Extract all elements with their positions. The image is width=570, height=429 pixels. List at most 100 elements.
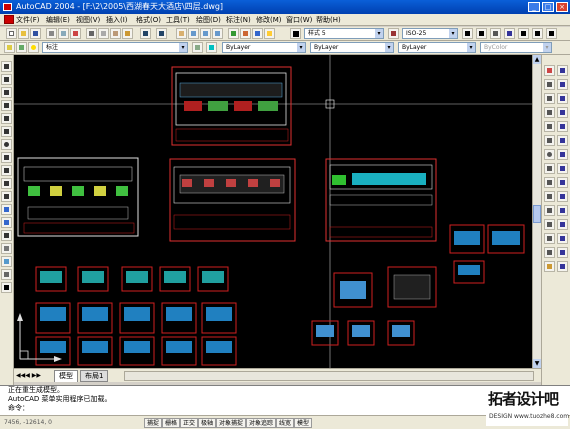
tolerance-icon[interactable] (557, 205, 568, 216)
spline-icon[interactable] (1, 165, 12, 176)
close-button[interactable]: × (556, 2, 568, 12)
table-icon[interactable] (1, 269, 12, 280)
properties-icon[interactable] (228, 28, 239, 39)
match-properties-icon[interactable] (122, 28, 133, 39)
ordinate-dim-icon[interactable] (557, 93, 568, 104)
coordinate-readout[interactable]: 7456, -12614, 0 (4, 419, 52, 426)
menu-window[interactable]: 窗口(W) (286, 15, 312, 25)
layer-previous-icon[interactable] (192, 42, 203, 53)
make-block-icon[interactable] (1, 217, 12, 228)
drawing-canvas[interactable] (14, 55, 532, 368)
preview-icon[interactable] (58, 28, 69, 39)
rotate-icon[interactable] (544, 149, 555, 160)
erase-icon[interactable] (544, 65, 555, 76)
polyline-icon[interactable] (1, 87, 12, 98)
dim-style-select[interactable]: ISO-25 (402, 28, 458, 39)
move-icon[interactable] (544, 135, 555, 146)
dim-edit-icon[interactable] (557, 233, 568, 244)
snap-toggle[interactable]: 捕捉 (144, 418, 163, 428)
revision-cloud-icon[interactable] (1, 152, 12, 163)
layer-select[interactable]: 标注 (42, 42, 188, 53)
menu-dimension[interactable]: 标注(N) (226, 15, 251, 25)
undo-icon[interactable] (140, 28, 151, 39)
help-icon[interactable] (264, 28, 275, 39)
tab-layout1[interactable]: 布局1 (80, 370, 109, 382)
chamfer-icon[interactable] (544, 233, 555, 244)
tab-nav-arrows[interactable]: ◀◀◀ ▶▶ (16, 372, 41, 379)
text-convert-icon[interactable] (546, 28, 557, 39)
layer-manager-icon[interactable] (4, 42, 15, 53)
leader-icon[interactable] (557, 191, 568, 202)
menu-tools[interactable]: 工具(T) (166, 15, 190, 25)
horizontal-scrollbar[interactable] (124, 371, 534, 381)
trim-icon[interactable] (544, 191, 555, 202)
continue-dim-icon[interactable] (557, 177, 568, 188)
make-current-icon[interactable] (16, 42, 27, 53)
menu-view[interactable]: 视图(V) (76, 15, 100, 25)
find-text-icon[interactable] (490, 28, 501, 39)
minimize-button[interactable]: _ (528, 2, 540, 12)
offset-icon[interactable] (544, 107, 555, 118)
save-icon[interactable] (30, 28, 41, 39)
spell-check-icon[interactable] (504, 28, 515, 39)
arc-icon[interactable] (1, 126, 12, 137)
color-select[interactable]: ByLayer (222, 42, 306, 53)
insert-block-icon[interactable] (1, 204, 12, 215)
scale-text-icon[interactable] (518, 28, 529, 39)
menu-format[interactable]: 格式(O) (136, 15, 161, 25)
text-a-icon[interactable] (462, 28, 473, 39)
menu-edit[interactable]: 编辑(E) (46, 15, 70, 25)
multiline-text-icon[interactable] (1, 282, 12, 293)
open-file-icon[interactable] (18, 28, 29, 39)
break-icon[interactable] (544, 219, 555, 230)
ortho-toggle[interactable]: 正交 (180, 418, 199, 428)
tool-palettes-icon[interactable] (252, 28, 263, 39)
menu-insert[interactable]: 插入(I) (106, 15, 128, 25)
lightbulb-icon[interactable] (28, 42, 39, 53)
extend-icon[interactable] (544, 205, 555, 216)
lineweight-select[interactable]: ByLayer (398, 42, 476, 53)
ellipse-arc-icon[interactable] (1, 191, 12, 202)
mirror-icon[interactable] (544, 93, 555, 104)
new-file-icon[interactable] (6, 28, 17, 39)
stretch-icon[interactable] (544, 177, 555, 188)
menu-file[interactable]: 文件(F) (16, 15, 40, 25)
maximize-button[interactable]: □ (542, 2, 554, 12)
copy-icon[interactable] (98, 28, 109, 39)
zoom-realtime-icon[interactable] (188, 28, 199, 39)
zoom-window-icon[interactable] (200, 28, 211, 39)
aligned-dim-icon[interactable] (557, 79, 568, 90)
print-icon[interactable] (46, 28, 57, 39)
radius-dim-icon[interactable] (557, 107, 568, 118)
dim-text-edit-icon[interactable] (557, 247, 568, 258)
paste-icon[interactable] (110, 28, 121, 39)
linear-dim-icon[interactable] (557, 65, 568, 76)
tab-model[interactable]: 模型 (54, 370, 78, 382)
plotstyle-select[interactable]: ByColor (480, 42, 552, 53)
vertical-scrollbar[interactable]: ▲ ▼ (532, 55, 541, 368)
publish-icon[interactable] (70, 28, 81, 39)
scroll-thumb[interactable] (533, 205, 541, 223)
color-swatch-icon[interactable] (206, 42, 217, 53)
pan-icon[interactable] (176, 28, 187, 39)
grid-toggle[interactable]: 栅格 (162, 418, 181, 428)
text-style-icon[interactable] (290, 28, 301, 39)
point-icon[interactable] (1, 230, 12, 241)
autocad-app-icon[interactable] (3, 3, 12, 11)
ellipse-icon[interactable] (1, 178, 12, 189)
diameter-dim-icon[interactable] (557, 121, 568, 132)
region-icon[interactable] (1, 256, 12, 267)
menu-draw[interactable]: 绘图(D) (196, 15, 221, 25)
osnap-toggle[interactable]: 对象捕捉 (216, 418, 247, 428)
baseline-dim-icon[interactable] (557, 163, 568, 174)
redo-icon[interactable] (156, 28, 167, 39)
menu-help[interactable]: 帮助(H) (316, 15, 341, 25)
lineweight-toggle[interactable]: 线宽 (276, 418, 295, 428)
text-style-select[interactable]: 样式 5 (304, 28, 384, 39)
center-mark-icon[interactable] (557, 219, 568, 230)
copy-object-icon[interactable] (544, 79, 555, 90)
fillet-icon[interactable] (544, 247, 555, 258)
angular-dim-icon[interactable] (557, 135, 568, 146)
design-center-icon[interactable] (240, 28, 251, 39)
command-window[interactable]: 正在重生成模型。 AutoCAD 菜单实用程序已加载。 命令： (0, 385, 570, 415)
